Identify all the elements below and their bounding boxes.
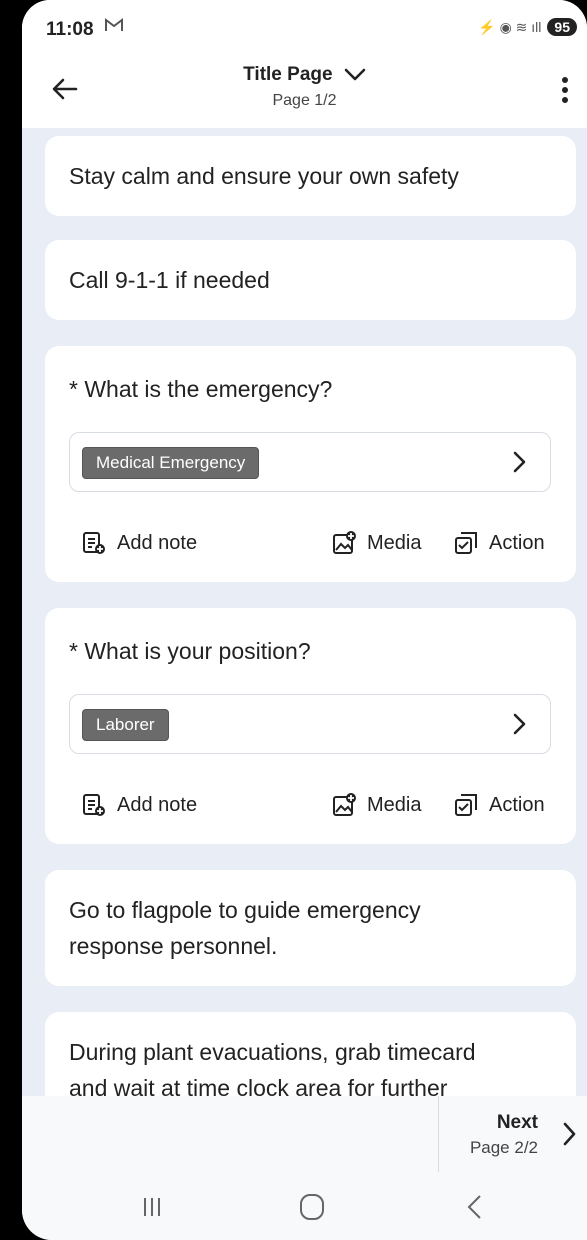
chevron-right-icon (563, 1122, 576, 1146)
instruction-card: Call 9-1-1 if needed (45, 240, 576, 320)
system-nav-bar (22, 1172, 587, 1240)
emergency-select[interactable]: Medical Emergency (69, 432, 551, 492)
add-media-icon (333, 793, 356, 816)
instruction-line: and wait at time clock area for further (69, 1075, 448, 1096)
status-bar: 11:08 ⚡ ◉ ≋ ıll 95 (22, 0, 587, 52)
add-media-icon (333, 531, 356, 554)
page-indicator: Page 1/2 (272, 92, 337, 109)
pagination-bar: Next Page 2/2 (22, 1096, 587, 1172)
next-label: Next (496, 1112, 538, 1133)
phone-screen: 11:08 ⚡ ◉ ≋ ıll 95 Title Page Page 1/2 S… (22, 0, 587, 1240)
action-checkbox-icon (455, 532, 477, 554)
add-note-label: Add note (117, 531, 198, 554)
chevron-down-icon (344, 68, 366, 81)
note-add-icon (83, 794, 105, 816)
page-title: Title Page (243, 64, 333, 85)
action-label: Action (489, 531, 545, 554)
status-icons: ⚡ ◉ ≋ ıll 95 (478, 18, 577, 36)
selected-answer-chip: Medical Emergency (82, 447, 260, 479)
action-label: Action (489, 793, 545, 816)
add-note-label: Add note (117, 793, 198, 816)
action-checkbox-icon (455, 794, 477, 816)
note-add-icon (83, 532, 105, 554)
status-indicators: ⚡ ◉ ≋ ıll (478, 18, 542, 35)
add-note-button[interactable]: Add note (81, 530, 197, 556)
instruction-text: Call 9-1-1 if needed (69, 267, 270, 293)
instruction-text: During plant evacuations, grab timecard … (69, 1034, 476, 1096)
question-actions: Add note Media Action (45, 530, 576, 564)
status-time: 11:08 (46, 19, 94, 40)
chevron-right-icon (513, 713, 526, 735)
question-label: * What is your position? (69, 638, 311, 664)
instruction-text: Go to flagpole to guide emergency respon… (69, 892, 421, 964)
divider (438, 1096, 439, 1172)
instruction-card: Stay calm and ensure your own safety (45, 136, 576, 216)
question-label: * What is the emergency? (69, 376, 333, 402)
recent-apps-icon[interactable] (132, 1192, 172, 1222)
battery-indicator: 95 (547, 18, 577, 36)
form-content[interactable]: Stay calm and ensure your own safety Cal… (22, 128, 587, 1096)
instruction-card: During plant evacuations, grab timecard … (45, 1012, 576, 1096)
app-header: Title Page Page 1/2 (22, 52, 587, 128)
instruction-card: Go to flagpole to guide emergency respon… (45, 870, 576, 986)
chevron-right-icon (513, 451, 526, 473)
selected-answer-chip: Laborer (82, 709, 169, 741)
instruction-text: Stay calm and ensure your own safety (69, 163, 459, 189)
position-select[interactable]: Laborer (69, 694, 551, 754)
back-nav-icon[interactable] (455, 1192, 495, 1222)
action-button[interactable]: Action (453, 530, 545, 556)
question-actions: Add note Media Action (45, 792, 576, 826)
more-options-icon[interactable] (555, 74, 575, 106)
media-label: Media (367, 793, 422, 816)
instruction-line: During plant evacuations, grab timecard (69, 1039, 476, 1065)
page-title-dropdown[interactable]: Title Page (22, 64, 587, 86)
question-card-emergency: * What is the emergency? Medical Emergen… (45, 346, 576, 582)
next-page-indicator: Page 2/2 (469, 1138, 538, 1157)
gmail-icon (104, 17, 124, 39)
media-button[interactable]: Media (331, 792, 421, 818)
instruction-line: response personnel. (69, 933, 278, 959)
home-icon[interactable] (292, 1192, 332, 1222)
action-button[interactable]: Action (453, 792, 545, 818)
media-button[interactable]: Media (331, 530, 421, 556)
question-card-position: * What is your position? Laborer Add not… (45, 608, 576, 844)
add-note-button[interactable]: Add note (81, 792, 197, 818)
media-label: Media (367, 531, 422, 554)
instruction-line: Go to flagpole to guide emergency (69, 897, 421, 923)
